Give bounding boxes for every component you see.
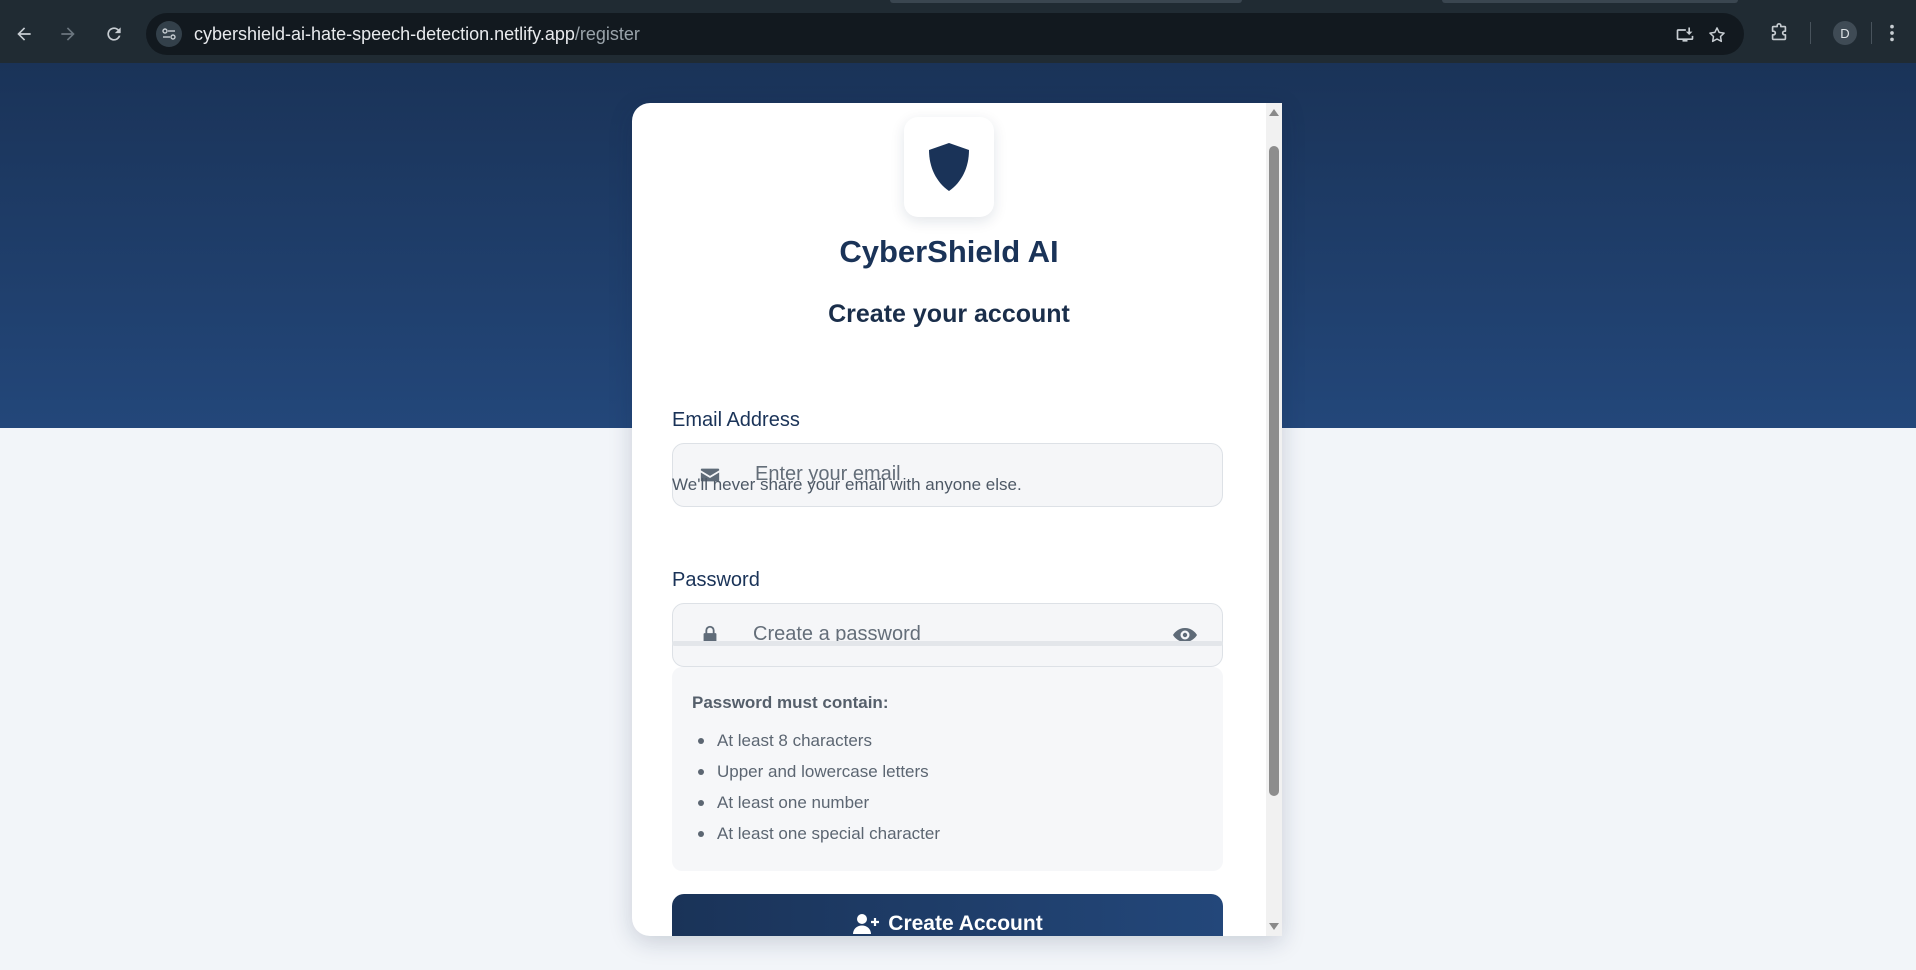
- requirement-item: Upper and lowercase letters: [692, 756, 940, 787]
- tab-edge: [1442, 0, 1738, 3]
- requirement-item: At least one number: [692, 787, 940, 818]
- password-requirements: Password must contain: At least 8 charac…: [672, 667, 1223, 871]
- arrow-left-icon: [17, 27, 31, 41]
- scroll-up-arrow-icon[interactable]: [1269, 109, 1279, 116]
- toolbar-divider: [1871, 22, 1872, 44]
- create-account-button[interactable]: Create Account: [672, 894, 1223, 936]
- brand-name: CyberShield AI: [839, 234, 1059, 269]
- password-label: Password: [672, 569, 760, 591]
- browser-menu-button[interactable]: [1877, 18, 1907, 48]
- form-heading: Create your account: [828, 300, 1070, 328]
- scroll-down-arrow-icon[interactable]: [1269, 923, 1279, 930]
- reload-button[interactable]: [98, 18, 130, 50]
- profile-avatar[interactable]: D: [1833, 21, 1857, 45]
- url-text: cybershield-ai-hate-speech-detection.net…: [194, 24, 640, 45]
- shield-icon: [929, 143, 969, 191]
- scroll-thumb[interactable]: [1269, 146, 1279, 796]
- create-account-label: Create Account: [888, 912, 1043, 935]
- install-app-button[interactable]: [1672, 22, 1698, 48]
- forward-button[interactable]: [52, 18, 84, 50]
- requirement-item: At least 8 characters: [692, 725, 940, 756]
- requirement-item: At least one special character: [692, 818, 940, 849]
- site-info-button[interactable]: [156, 21, 182, 47]
- arrow-right-icon: [61, 27, 75, 41]
- tab-edge: [890, 0, 1242, 3]
- puzzle-icon: [1771, 23, 1787, 41]
- card-scrollbar[interactable]: [1266, 103, 1282, 936]
- address-bar[interactable]: cybershield-ai-hate-speech-detection.net…: [146, 13, 1744, 55]
- register-card: CyberShield AI Create your account Email…: [632, 103, 1282, 936]
- tune-icon: [162, 28, 176, 40]
- url-path: /register: [574, 24, 640, 44]
- password-input[interactable]: [753, 604, 1153, 665]
- bookmark-button[interactable]: [1704, 22, 1730, 48]
- requirements-title: Password must contain:: [692, 693, 889, 712]
- star-icon: [1709, 27, 1725, 43]
- page-viewport: CyberShield AI Create your account Email…: [0, 63, 1916, 970]
- extensions-button[interactable]: [1764, 18, 1794, 48]
- password-field[interactable]: [672, 603, 1223, 667]
- toolbar-divider: [1810, 22, 1811, 44]
- requirements-list: At least 8 characters Upper and lowercas…: [692, 725, 940, 849]
- more-vert-icon: [1890, 24, 1894, 42]
- email-label: Email Address: [672, 409, 800, 431]
- reload-icon: [107, 27, 121, 41]
- brand-logo: [904, 117, 994, 217]
- url-host: cybershield-ai-hate-speech-detection.net…: [194, 24, 575, 44]
- back-button[interactable]: [8, 18, 40, 50]
- browser-toolbar: cybershield-ai-hate-speech-detection.net…: [0, 0, 1916, 63]
- password-strength-bar: [672, 641, 1223, 646]
- install-desktop-icon: [1676, 27, 1694, 42]
- email-helper-text: We'll never share your email with anyone…: [672, 475, 1022, 494]
- user-plus-icon: [853, 914, 880, 934]
